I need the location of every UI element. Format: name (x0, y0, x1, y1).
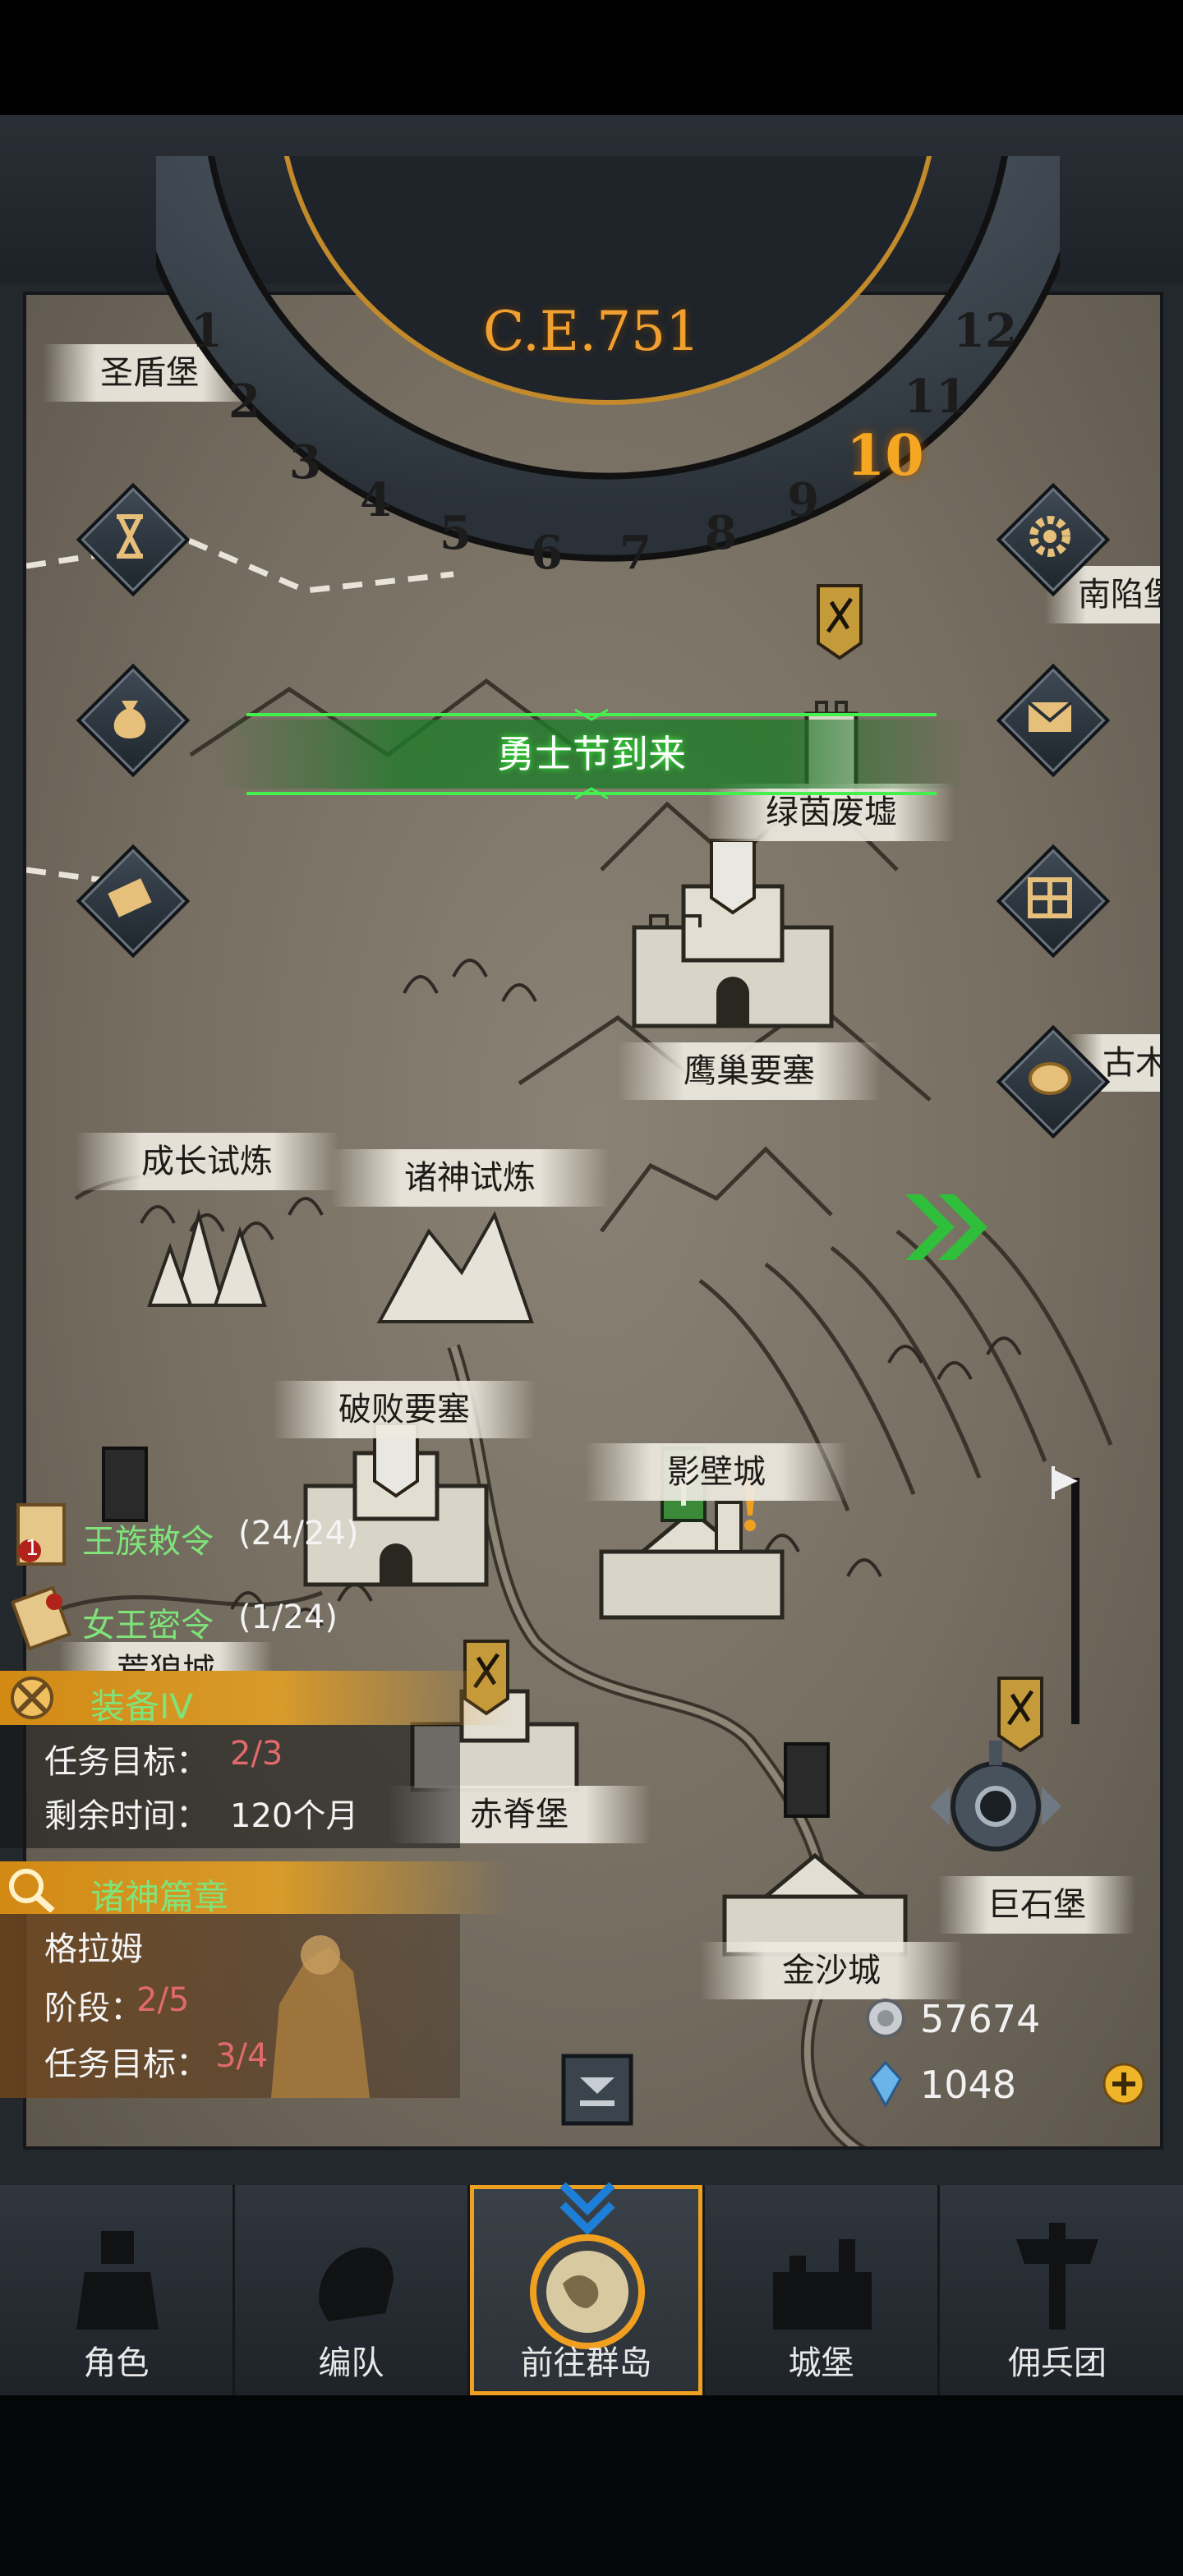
nav-go-islands-label: 前往群岛 (520, 2344, 652, 2382)
scroll-button[interactable] (76, 844, 191, 959)
location-label-jushi[interactable]: 巨石堡 (938, 1876, 1135, 1934)
queen-scroll-icon (12, 1585, 72, 1651)
month-6: 6 (531, 526, 563, 580)
equipment-time-label: 剩余时间： (44, 1797, 209, 1835)
month-9: 9 (787, 473, 819, 527)
growth-trial-trees-icon[interactable] (141, 1198, 289, 1313)
mail-icon (1027, 701, 1073, 732)
royal-decree-badge: 1 (25, 1536, 39, 1561)
month-4: 4 (360, 473, 392, 527)
equipment-quest-header[interactable]: 装备IV (0, 1671, 509, 1727)
queen-order-count: (1/24) (238, 1598, 338, 1636)
month-12: 12 (953, 304, 1017, 358)
mercenary-icon (1016, 2223, 1098, 2330)
crystal-amount: 1048 (920, 2063, 1017, 2107)
settings-button[interactable] (996, 482, 1111, 597)
location-label-zhushen[interactable]: 诸神试炼 (330, 1149, 610, 1207)
equipment-time-value: 120个月 (230, 1797, 359, 1835)
queen-order-label: 女王密令 (82, 1607, 214, 1644)
helmet-icon (319, 2247, 394, 2321)
silver-coin-icon (866, 1999, 905, 2038)
gods-quest-title: 诸神篇章 (90, 1877, 229, 1917)
silver-amount: 57674 (920, 1997, 1041, 2041)
equipment-quest-body[interactable]: 任务目标： 2/3 剩余时间： 120个月 (0, 1725, 460, 1848)
royal-decree-row[interactable]: 1 王族敕令 (24/24) (0, 1495, 427, 1569)
location-label-jinsha[interactable]: 金沙城 (700, 1942, 963, 1999)
nav-character[interactable]: 角色 (0, 2185, 235, 2395)
bottom-navigation: 角色 编队 前往群岛 城堡 佣兵团 (0, 2182, 1183, 2395)
silver-resource: 57674 (863, 1992, 1109, 2045)
month-5: 5 (440, 506, 472, 560)
banner-text: 勇士节到来 (497, 732, 686, 776)
month-1: 1 (191, 304, 223, 358)
mail-button[interactable] (996, 663, 1111, 778)
location-label-shengdun[interactable]: 圣盾堡 (43, 344, 256, 402)
zoom-slider[interactable] (1029, 1461, 1094, 1741)
castle-icon (773, 2239, 872, 2330)
gear-icon (1029, 516, 1070, 557)
month-10-current: 10 (846, 423, 924, 489)
hourglass-button[interactable] (76, 482, 191, 597)
nav-castle[interactable]: 城堡 (705, 2185, 940, 2395)
month-7: 7 (619, 526, 651, 580)
royal-decree-count: (24/24) (238, 1515, 359, 1552)
nav-castle-label: 城堡 (788, 2344, 854, 2382)
coin-icon (1029, 1062, 1071, 1095)
money-bag-button[interactable] (76, 663, 191, 778)
locate-center-button[interactable] (922, 1741, 1070, 1872)
gods-target-value: 3/4 (215, 2037, 269, 2075)
gods-target-label: 任务目标： (44, 2045, 209, 2083)
coin-button[interactable] (996, 1024, 1111, 1139)
equipment-quest-title: 装备IV (90, 1686, 194, 1727)
nav-formation-label: 编队 (318, 2344, 384, 2382)
gods-hero-name: 格拉姆 (44, 1930, 143, 1968)
dark-flag-icon (784, 1742, 830, 1818)
event-banner[interactable]: 勇士节到来 (214, 705, 969, 803)
month-2: 2 (228, 375, 260, 429)
grid-box-button[interactable] (996, 844, 1111, 959)
top-header-band (0, 115, 1183, 296)
hourglass-icon (117, 514, 143, 559)
gods-quest-header[interactable]: 诸神篇章 (0, 1861, 509, 1917)
equipment-target-label: 任务目标： (44, 1743, 209, 1781)
add-crystal-button[interactable] (1101, 2061, 1147, 2107)
grid-box-icon (1028, 877, 1072, 918)
bottom-letterbox (0, 2395, 1183, 2576)
scroll-icon (108, 878, 152, 918)
location-label-yingchao[interactable]: 鹰巢要塞 (618, 1042, 881, 1100)
sword-flag-icon (817, 584, 863, 660)
location-label-chengzhang[interactable]: 成长试炼 (76, 1133, 338, 1190)
nav-formation[interactable]: 编队 (235, 2185, 470, 2395)
status-bar-area (0, 0, 1183, 115)
location-label-yingbi[interactable]: 影壁城 (585, 1443, 848, 1501)
royal-decree-label: 王族敕令 (82, 1523, 214, 1561)
magnifier-icon (9, 1869, 55, 1912)
era-year-label: C.E.751 (482, 300, 701, 363)
money-bag-icon (113, 701, 146, 738)
queen-order-row[interactable]: 女王密令 (1/24) (0, 1585, 427, 1651)
neutral-flag-icon (710, 839, 756, 915)
crossed-swords-icon (11, 1677, 53, 1719)
month-3: 3 (289, 435, 321, 490)
month-11: 11 (904, 370, 968, 424)
month-8: 8 (705, 506, 737, 560)
gods-quest-body[interactable]: 格拉姆 阶段： 2/5 任务目标： 3/4 (0, 1914, 460, 2098)
crystal-resource: 1048 (863, 2058, 1158, 2110)
collapse-panel-button[interactable] (560, 2053, 634, 2127)
nav-mercenary-label: 佣兵团 (1008, 2344, 1107, 2382)
crystal-icon (869, 2060, 902, 2109)
gods-stage-label: 阶段： (44, 1990, 143, 2027)
location-label-pobai[interactable]: 破败要塞 (273, 1381, 536, 1438)
gods-stage-value: 2/5 (136, 1981, 190, 2019)
next-region-arrow-icon[interactable] (897, 1186, 996, 1268)
equipment-target-value: 2/3 (230, 1735, 283, 1773)
nav-character-label: 角色 (83, 2344, 150, 2382)
nav-mercenary[interactable]: 佣兵团 (940, 2185, 1175, 2395)
nav-go-islands[interactable]: 前往群岛 (470, 2182, 705, 2395)
knight-icon (76, 2231, 159, 2330)
gods-trial-mountain-icon[interactable] (371, 1198, 536, 1330)
